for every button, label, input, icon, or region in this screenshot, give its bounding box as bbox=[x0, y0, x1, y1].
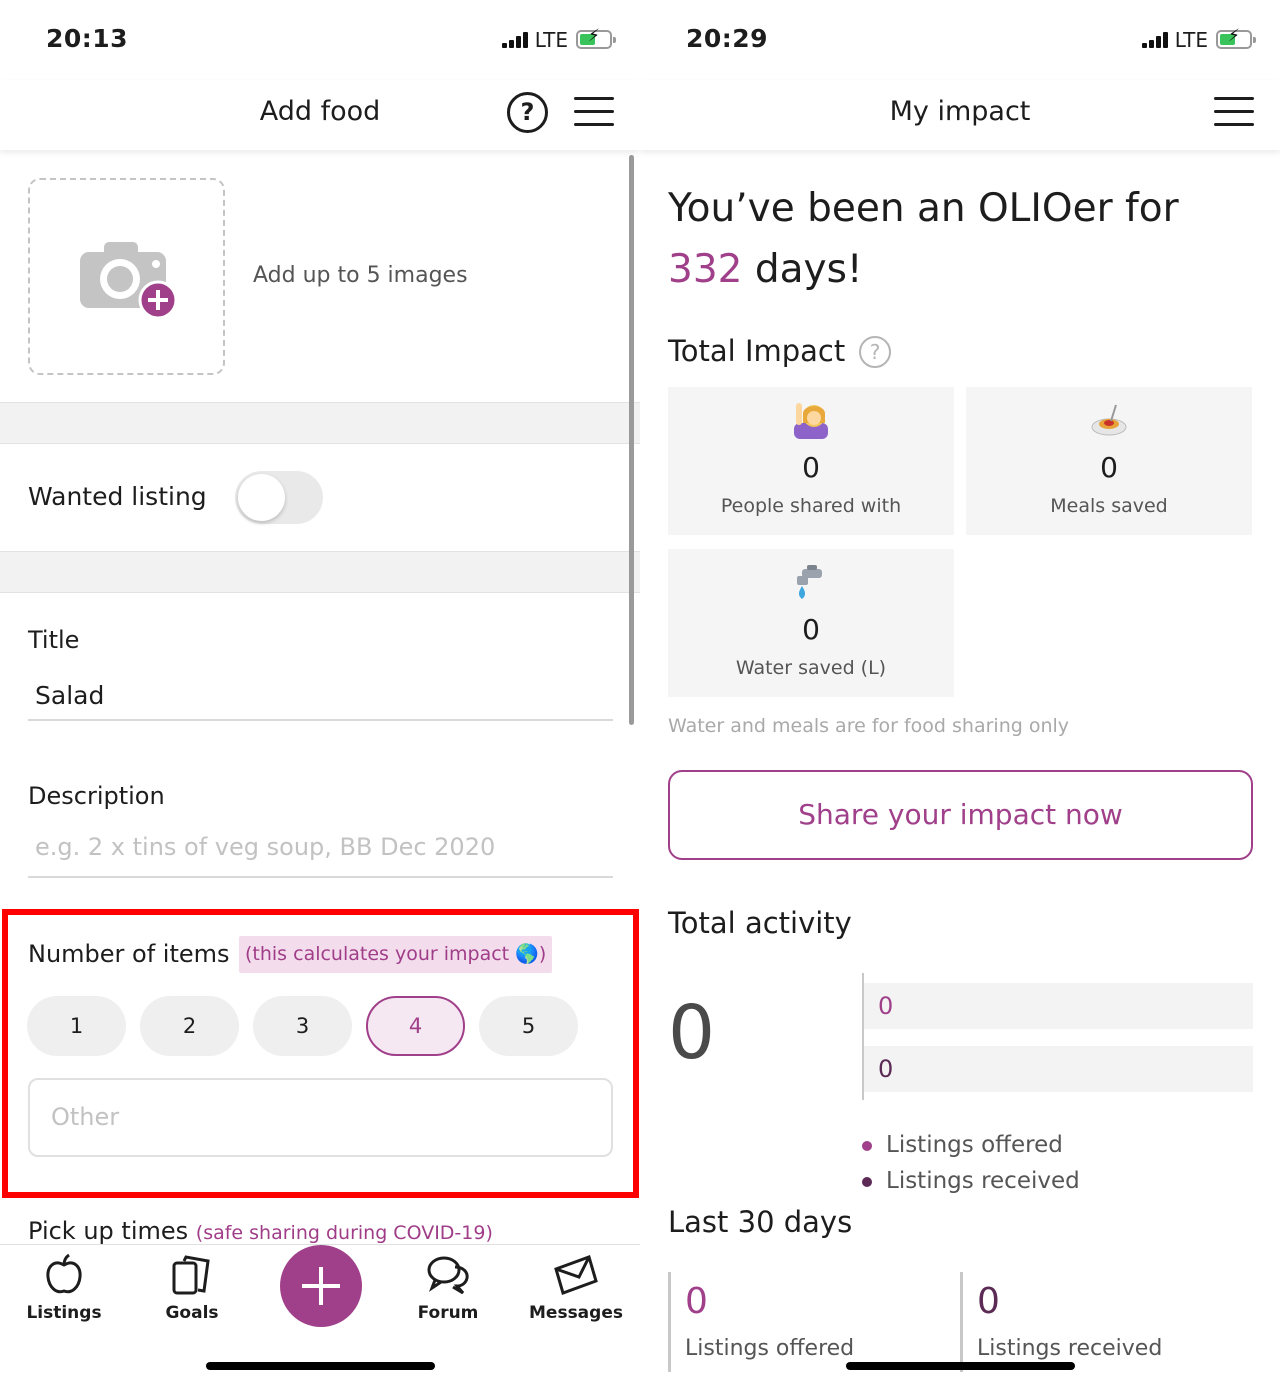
status-bar: 20:13 LTE ⚡ bbox=[0, 0, 640, 80]
last30-received-label: Listings received bbox=[977, 1336, 1163, 1361]
last-30-days-title: Last 30 days bbox=[668, 1205, 853, 1239]
people-shared-value: 0 bbox=[802, 451, 820, 484]
top-bar: Add food ? bbox=[0, 80, 640, 150]
menu-icon[interactable] bbox=[574, 95, 614, 129]
tab-listings[interactable]: Listings bbox=[9, 1253, 119, 1323]
chat-bubbles-icon bbox=[427, 1256, 469, 1295]
water-meals-note: Water and meals are for food sharing onl… bbox=[668, 715, 1070, 737]
wanted-listing-label: Wanted listing bbox=[28, 482, 207, 511]
battery-icon: ⚡ bbox=[1216, 28, 1256, 49]
tab-forum-label: Forum bbox=[417, 1303, 479, 1323]
status-bar: 20:29 LTE ⚡ bbox=[640, 0, 1280, 80]
network-label: LTE bbox=[534, 28, 568, 52]
headline-prefix: You’ve been an OLIOer for bbox=[668, 186, 1179, 231]
envelope-icon bbox=[554, 1255, 598, 1295]
add-food-screen: 20:13 LTE ⚡ Add food ? Add up to 5 image… bbox=[0, 0, 640, 1385]
items-option-3[interactable]: 3 bbox=[253, 996, 352, 1056]
other-quantity-input[interactable]: Other bbox=[28, 1078, 613, 1157]
items-option-4-selected[interactable]: 4 bbox=[366, 996, 465, 1056]
legend-offered-dot bbox=[862, 1140, 872, 1151]
images-hint: Add up to 5 images bbox=[253, 263, 468, 288]
legend-received-dot bbox=[862, 1176, 872, 1187]
help-icon[interactable]: ? bbox=[507, 92, 548, 133]
tab-goals-label: Goals bbox=[165, 1303, 219, 1323]
last30-received: 0 Listings received bbox=[960, 1272, 1162, 1372]
apple-icon bbox=[46, 1253, 82, 1294]
items-option-5[interactable]: 5 bbox=[479, 996, 578, 1056]
section-divider bbox=[0, 551, 640, 593]
network-label: LTE bbox=[1174, 28, 1208, 52]
title-label: Title bbox=[28, 626, 80, 654]
people-shared-card: 0 People shared with bbox=[668, 387, 954, 535]
menu-icon[interactable] bbox=[1214, 95, 1254, 129]
legend-received: Listings received bbox=[862, 1168, 1080, 1194]
section-divider bbox=[0, 402, 640, 444]
title-underline bbox=[28, 719, 613, 721]
headline-suffix: days! bbox=[742, 247, 863, 292]
meals-saved-card: 0 Meals saved bbox=[966, 387, 1252, 535]
total-activity-value: 0 bbox=[668, 990, 716, 1076]
top-bar: My impact bbox=[640, 80, 1280, 150]
items-option-2[interactable]: 2 bbox=[140, 996, 239, 1056]
question-icon[interactable]: ? bbox=[859, 336, 891, 368]
description-underline bbox=[28, 876, 613, 878]
water-saved-label: Water saved (L) bbox=[735, 657, 887, 679]
last30-offered-value: 0 bbox=[685, 1281, 708, 1322]
tab-goals[interactable]: Goals bbox=[137, 1253, 247, 1323]
meals-saved-value: 0 bbox=[1100, 451, 1118, 484]
tab-messages-label: Messages bbox=[529, 1303, 623, 1323]
home-indicator bbox=[206, 1362, 435, 1370]
camera-plus-icon bbox=[80, 242, 178, 320]
activity-offered-bar: 0 bbox=[864, 983, 1253, 1029]
legend-offered-label: Listings offered bbox=[886, 1132, 1063, 1158]
impact-note: (this calculates your impact 🌎) bbox=[239, 936, 553, 973]
water-saved-card: 0 Water saved (L) bbox=[668, 549, 954, 697]
page-title: My impact bbox=[889, 96, 1031, 127]
status-time: 20:29 bbox=[686, 24, 769, 53]
last30-received-value: 0 bbox=[977, 1281, 1000, 1322]
pickup-times-text: Pick up times bbox=[28, 1217, 189, 1245]
title-input[interactable]: Salad bbox=[35, 681, 104, 710]
battery-icon: ⚡ bbox=[576, 28, 616, 49]
tab-messages[interactable]: Messages bbox=[521, 1253, 631, 1323]
add-image-button[interactable] bbox=[28, 178, 225, 375]
status-time: 20:13 bbox=[46, 24, 129, 53]
home-indicator bbox=[846, 1362, 1075, 1370]
items-option-1[interactable]: 1 bbox=[27, 996, 126, 1056]
signal-icon bbox=[1142, 32, 1168, 48]
total-activity-title: Total activity bbox=[668, 906, 852, 940]
spaghetti-plate-icon bbox=[1091, 404, 1127, 436]
person-raising-hand-icon bbox=[794, 403, 828, 439]
meals-saved-label: Meals saved bbox=[1050, 495, 1168, 517]
goals-cards-icon bbox=[172, 1255, 210, 1295]
activity-received-bar: 0 bbox=[864, 1046, 1253, 1092]
last30-offered: 0 Listings offered bbox=[668, 1272, 854, 1372]
people-shared-label: People shared with bbox=[720, 495, 902, 517]
number-of-items-label: Number of items bbox=[28, 940, 230, 968]
total-impact-title: Total Impact bbox=[668, 334, 846, 368]
legend-offered: Listings offered bbox=[862, 1132, 1063, 1158]
last30-offered-label: Listings offered bbox=[685, 1336, 855, 1361]
description-label: Description bbox=[28, 782, 165, 810]
olioer-headline: You’ve been an OLIOer for 332 days! bbox=[668, 178, 1258, 300]
description-input[interactable]: e.g. 2 x tins of veg soup, BB Dec 2020 bbox=[35, 833, 495, 861]
signal-icon bbox=[502, 32, 528, 48]
my-impact-screen: 20:29 LTE ⚡ My impact You’ve been an OLI… bbox=[640, 0, 1280, 1385]
add-listing-button[interactable] bbox=[280, 1245, 362, 1327]
headline-days: 332 bbox=[668, 247, 743, 292]
pickup-times-label: Pick up times (safe sharing during COVID… bbox=[28, 1217, 493, 1245]
water-tap-icon bbox=[797, 565, 822, 599]
tab-forum[interactable]: Forum bbox=[393, 1253, 503, 1323]
legend-received-label: Listings received bbox=[886, 1168, 1080, 1194]
tab-listings-label: Listings bbox=[26, 1303, 102, 1323]
wanted-listing-toggle[interactable] bbox=[235, 471, 323, 524]
share-impact-button[interactable]: Share your impact now bbox=[668, 770, 1253, 860]
water-saved-value: 0 bbox=[802, 613, 820, 646]
scrollbar[interactable] bbox=[629, 155, 634, 725]
pickup-covid-note: (safe sharing during COVID-19) bbox=[195, 1222, 493, 1244]
